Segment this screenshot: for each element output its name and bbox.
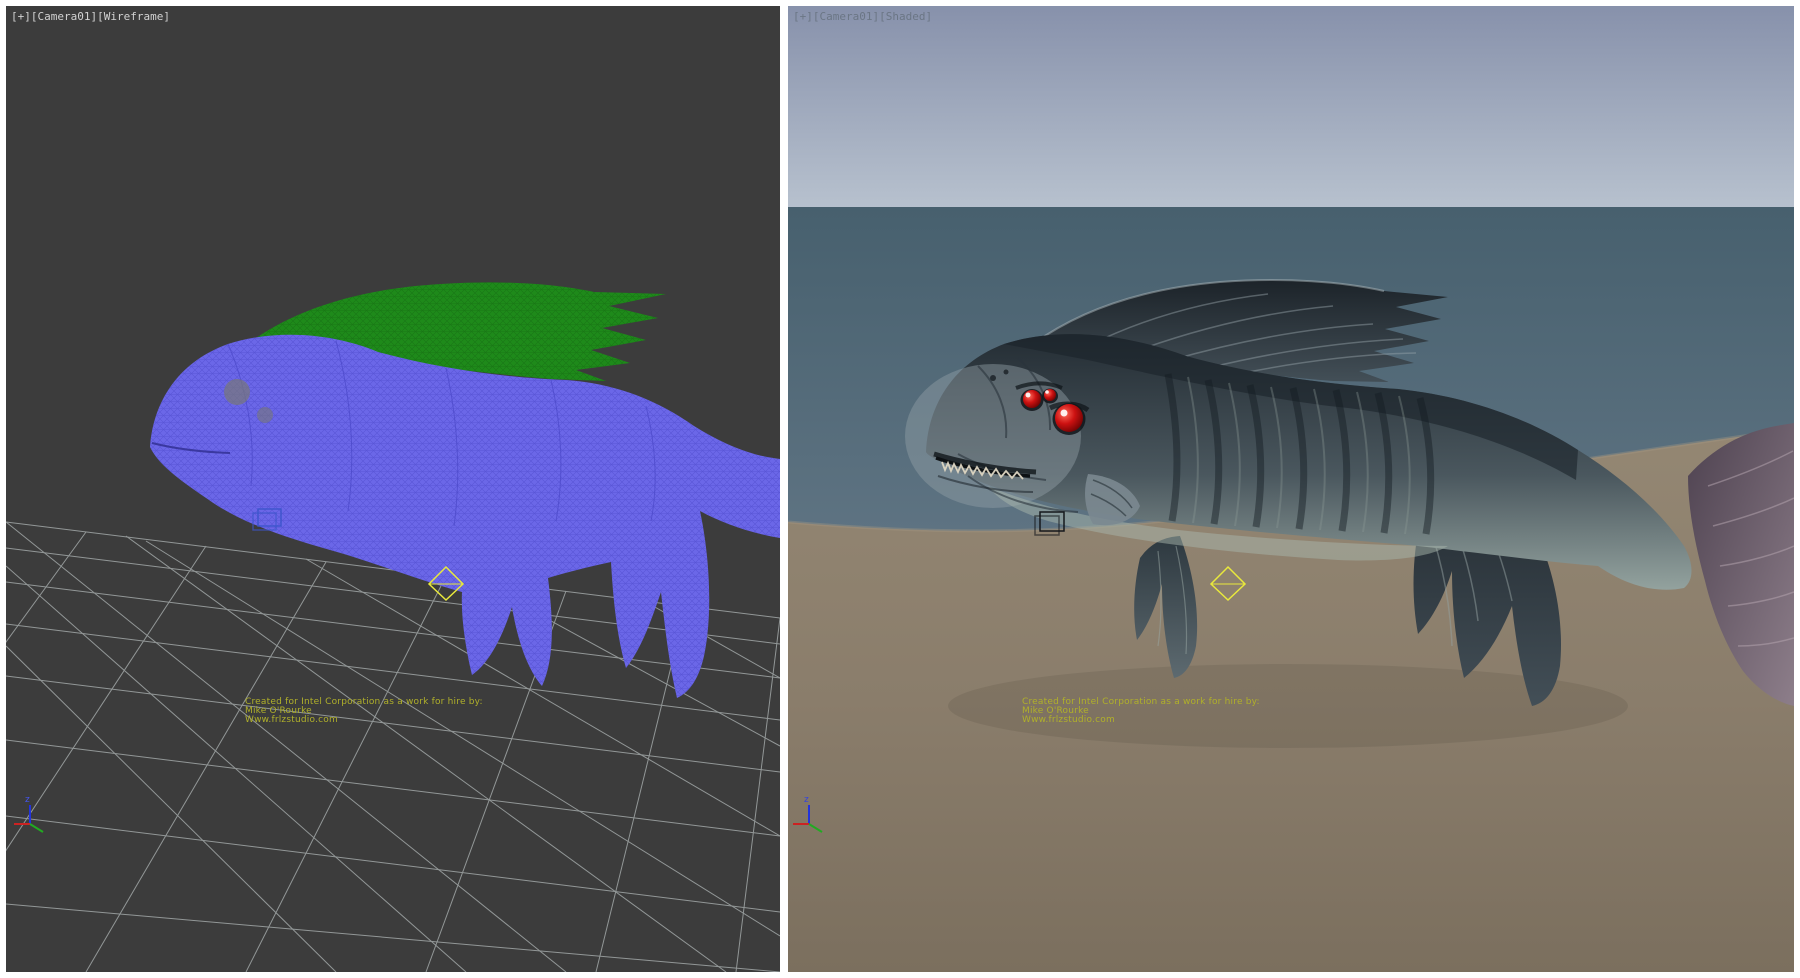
wireframe-canvas[interactable]: Created for Intel Corporation as a work … xyxy=(6,6,780,972)
viewport-label-wireframe[interactable]: [+][Camera01][Wireframe] xyxy=(11,10,170,23)
nostril xyxy=(990,375,996,381)
watermark-line-3: Www.frlzstudio.com xyxy=(1022,715,1115,725)
shaded-canvas[interactable]: Created for Intel Corporation as a work … xyxy=(788,6,1794,972)
axis-z-label: z xyxy=(25,795,30,805)
fish-wireframe-model[interactable] xyxy=(150,282,780,698)
eye-large xyxy=(1055,404,1083,432)
head-spot-large xyxy=(224,379,250,405)
shaded-viewport[interactable]: [+][Camera01][Shaded] xyxy=(788,6,1794,972)
head-spot-small xyxy=(257,407,273,423)
wireframe-viewport[interactable]: [+][Camera01][Wireframe] xyxy=(6,6,780,972)
eye-small-left xyxy=(1023,390,1041,408)
viewport-label-shaded[interactable]: [+][Camera01][Shaded] xyxy=(793,10,932,23)
viewport-split-container: [+][Camera01][Wireframe] xyxy=(0,0,1800,978)
sky xyxy=(788,6,1794,207)
watermark-line-3: Www.frlzstudio.com xyxy=(245,715,338,725)
nostril xyxy=(1004,370,1009,375)
axis-z-label: z xyxy=(804,795,809,805)
fish-body-wireframe[interactable] xyxy=(150,335,780,698)
